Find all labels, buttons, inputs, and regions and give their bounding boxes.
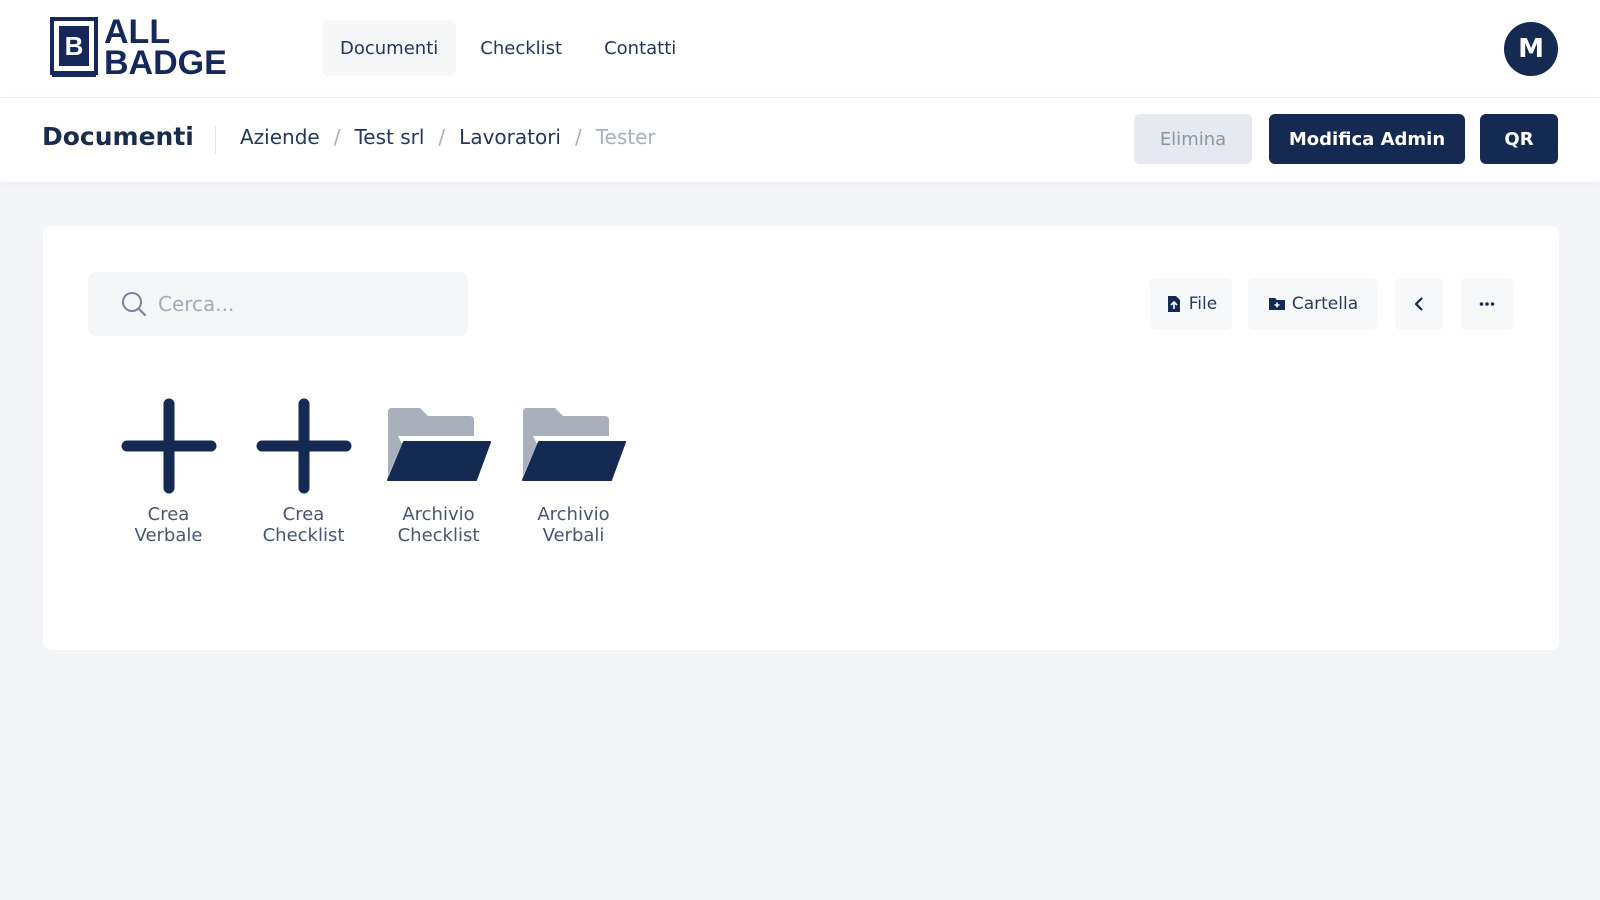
folder-open-icon [386,408,491,481]
upload-file-label: File [1188,294,1218,314]
breadcrumb-item-tester: Tester [595,125,656,149]
nav-item-documenti[interactable]: Documenti [322,20,457,76]
upload-file-button[interactable]: File [1150,278,1232,330]
brand-line-2: BADGE [104,44,227,82]
breadcrumb-item-test-srl[interactable]: Test srl [354,125,424,149]
document-tiles: Crea Verbale Crea Checklist Archivio Che… [101,398,641,546]
tile-label-line-1: Crea [147,504,190,525]
page-title: Documenti [42,122,194,151]
tile-crea-checklist[interactable]: Crea Checklist [236,398,371,546]
new-folder-button[interactable]: Cartella [1248,278,1378,330]
new-folder-label: Cartella [1291,294,1359,314]
file-icon [1167,296,1180,312]
breadcrumb-item-lavoratori[interactable]: Lavoratori [459,125,561,149]
tile-label-line-2: Checklist [262,525,345,546]
top-bar: B ALL BADGE Documenti Checklist Contatti… [0,0,1600,98]
tile-label-line-1: Archivio [537,504,610,525]
breadcrumb-item-aziende[interactable]: Aziende [240,125,320,149]
more-options-button[interactable] [1461,278,1513,330]
breadcrumb-separator: / [438,125,446,149]
folder-plus-icon [1268,298,1285,310]
breadcrumb-separator: / [333,125,341,149]
edit-admin-button[interactable]: Modifica Admin [1269,114,1465,164]
brand-logo-mark: B [50,17,98,77]
qr-button[interactable]: QR [1480,114,1558,164]
main-nav: Documenti Checklist Contatti [322,20,694,76]
plus-icon [256,398,351,494]
breadcrumb-separator: / [574,125,582,149]
brand-logo[interactable]: B ALL BADGE [50,15,240,81]
breadcrumb: Aziende / Test srl / Lavoratori / Tester [240,125,656,149]
search-icon [122,292,147,317]
tile-archivio-checklist[interactable]: Archivio Checklist [371,398,506,546]
tile-label: Archivio Verbali [519,504,629,546]
tile-archivio-verbali[interactable]: Archivio Verbali [506,398,641,546]
tile-label-line-1: Archivio [402,504,475,525]
tile-label-line-2: Checklist [397,525,480,546]
delete-button[interactable]: Elimina [1134,114,1252,164]
back-button[interactable] [1395,278,1443,330]
title-divider [215,126,216,154]
documents-panel: File Cartella Crea [43,226,1559,650]
folder-open-icon [521,408,626,481]
page-header: Documenti Aziende / Test srl / Lavorator… [0,98,1600,182]
tile-crea-verbale[interactable]: Crea Verbale [101,398,236,546]
tile-label: Crea Checklist [249,504,359,546]
chevron-left-icon [1414,297,1423,311]
user-avatar[interactable]: M [1504,22,1558,76]
tile-label-line-2: Verbali [542,525,605,546]
nav-item-contatti[interactable]: Contatti [586,20,694,76]
svg-text:B: B [65,31,84,61]
search-input[interactable] [158,292,458,316]
more-horizontal-icon [1479,302,1495,306]
tile-label-line-2: Verbale [134,525,203,546]
tile-label-line-1: Crea [282,504,325,525]
search-box[interactable] [88,272,468,336]
nav-item-checklist[interactable]: Checklist [462,20,580,76]
brand-name: ALL BADGE [104,15,227,82]
tile-label: Archivio Checklist [384,504,494,546]
plus-icon [121,398,216,494]
tile-label: Crea Verbale [114,504,224,546]
